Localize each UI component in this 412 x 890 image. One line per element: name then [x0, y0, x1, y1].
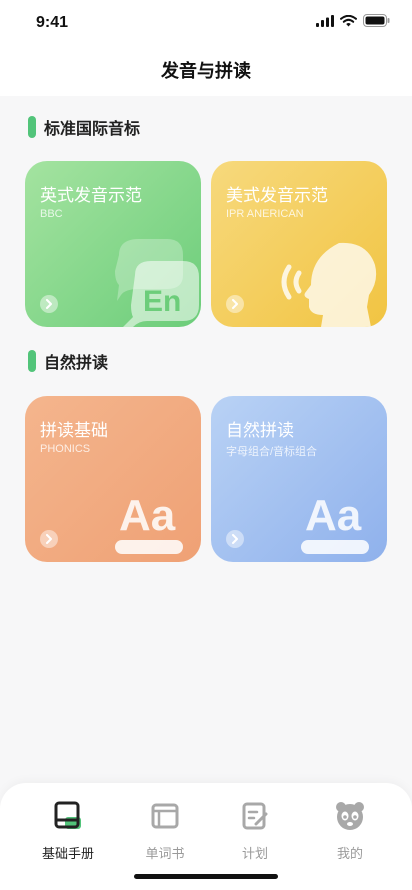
card-subtitle: IPR ANERICAN	[226, 208, 304, 220]
word-book-icon	[148, 799, 182, 833]
letters-text: Aa	[305, 491, 362, 540]
card-subtitle: 字母组合/音标组合	[226, 446, 318, 458]
card-title: 拼读基础	[40, 421, 108, 441]
tab-word-book[interactable]: 单词书	[125, 799, 205, 862]
card-natural-phonics[interactable]: 自然拼读 字母组合/音标组合 Aa	[211, 396, 387, 562]
chevron-right-icon	[46, 534, 52, 544]
card-arrow-button[interactable]	[226, 295, 244, 313]
card-arrow-button[interactable]	[40, 295, 58, 313]
en-badge-text: En	[143, 285, 181, 318]
panda-profile-icon	[333, 799, 367, 833]
letters-text: Aa	[119, 491, 176, 540]
card-arrow-button[interactable]	[226, 530, 244, 548]
tab-plan[interactable]: 计划	[215, 799, 295, 862]
tab-label: 我的	[336, 847, 363, 862]
chevron-right-icon	[232, 534, 238, 544]
home-indicator	[134, 874, 278, 879]
card-phonics-basics[interactable]: 拼读基础 PHONICS Aa	[25, 396, 201, 562]
tab-handbook[interactable]: 基础手册	[28, 799, 108, 862]
page-title: 发音与拼读	[161, 61, 251, 82]
card-arrow-button[interactable]	[40, 530, 58, 548]
section-title: 自然拼读	[44, 353, 109, 372]
speaking-head-icon	[281, 242, 377, 327]
letters-aa-icon: Aa	[115, 491, 183, 554]
plan-edit-icon	[238, 799, 272, 833]
letters-aa-icon: Aa	[301, 491, 369, 554]
status-time: 9:41	[36, 14, 69, 31]
chevron-right-icon	[232, 299, 238, 309]
card-american-pronunciation[interactable]: 美式发音示范 IPR ANERICAN	[211, 161, 387, 327]
en-speech-bubble-icon: En	[115, 239, 199, 327]
card-british-pronunciation[interactable]: 英式发音示范 BBC En	[25, 161, 201, 327]
section-accent-bar	[28, 116, 36, 138]
section-header-phonics: 自然拼读	[28, 348, 108, 374]
battery-icon	[363, 14, 390, 27]
card-title: 英式发音示范	[40, 186, 142, 206]
tab-label: 单词书	[145, 847, 185, 862]
wifi-icon	[340, 14, 357, 26]
card-title: 美式发音示范	[226, 186, 328, 206]
signal-icon	[316, 14, 334, 27]
handbook-icon	[51, 799, 85, 833]
chevron-right-icon	[46, 299, 52, 309]
nav-header: 发音与拼读	[0, 44, 412, 96]
card-title: 自然拼读	[226, 421, 294, 441]
card-subtitle: BBC	[40, 208, 63, 220]
tab-label: 基础手册	[41, 847, 94, 862]
status-bar: 9:41	[0, 0, 412, 44]
tab-label: 计划	[241, 847, 268, 862]
section-title: 标准国际音标	[44, 119, 141, 138]
section-header-ipa: 标准国际音标	[28, 114, 140, 140]
section-accent-bar	[28, 350, 36, 372]
status-icons	[316, 14, 390, 27]
tab-profile[interactable]: 我的	[310, 799, 390, 862]
card-subtitle: PHONICS	[40, 443, 91, 455]
